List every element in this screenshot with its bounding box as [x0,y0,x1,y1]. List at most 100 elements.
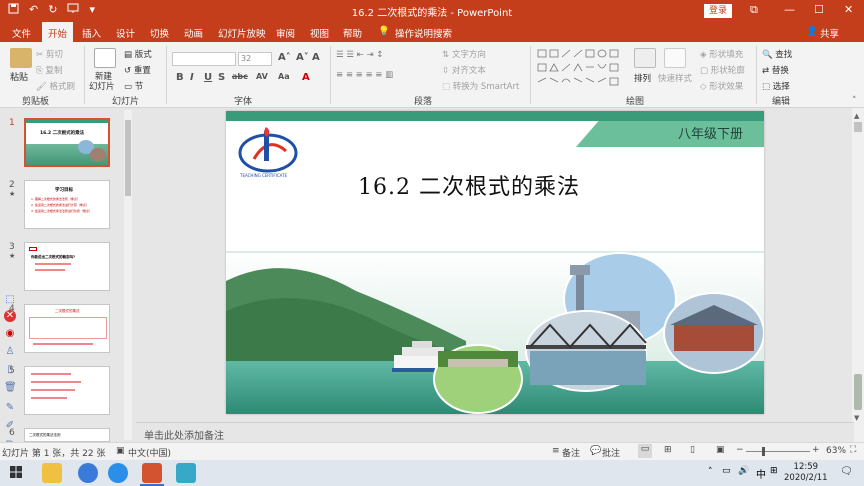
paste-icon[interactable] [10,48,32,68]
tab-review[interactable]: 审阅 [276,26,295,40]
arrange-button[interactable]: 排列 [634,72,651,84]
select-button[interactable]: ⬚ 选择 [762,80,790,92]
section-button[interactable]: ▭ 节 [124,80,143,92]
find-button[interactable]: 🔍 查找 [762,48,792,60]
align-text-button[interactable]: ⇳ 对齐文本 [442,64,486,76]
smartart-button[interactable]: ⬚ 转换为 SmartArt [442,80,519,92]
format-painter-button[interactable]: 🖌 格式刷 [36,80,75,92]
normal-view-icon[interactable]: ▭ [638,444,652,458]
tab-design[interactable]: 设计 [116,26,135,40]
paste-button[interactable]: 粘贴 [10,70,28,83]
app-icon[interactable] [176,463,196,483]
spellcheck-icon[interactable]: ▣ [116,446,125,456]
scenic-photo-collage[interactable] [226,251,764,414]
layout-button[interactable]: ▤ 版式 [124,48,152,60]
font-name-combo[interactable] [172,52,236,66]
scrollbar-thumb[interactable] [125,120,131,196]
zoom-slider-thumb[interactable] [762,447,765,456]
browser-icon[interactable] [108,463,128,483]
volume-icon[interactable]: 🔊 [738,466,749,476]
clear-format-button[interactable]: A [312,52,320,63]
reset-button[interactable]: ↺ 重置 [124,64,151,76]
powerpoint-icon[interactable] [142,463,162,483]
slideshow-view-icon[interactable]: ▣ [716,445,725,455]
comments-button[interactable]: 批注 [602,446,620,459]
app-k-icon[interactable] [78,463,98,483]
shape-effects-button[interactable]: ◇ 形状效果 [700,80,743,92]
slide-title[interactable]: 16.2 二次根式的乘法 [358,169,580,201]
zoom-in-button[interactable]: + [812,445,820,455]
scroll-up-icon[interactable]: ▲ [854,112,859,120]
tab-slideshow[interactable]: 幻灯片放映 [218,26,266,40]
collapse-ribbon-icon[interactable]: ˄ [852,96,857,106]
pointer-icon[interactable]: ⬚ [4,294,16,306]
reading-view-icon[interactable]: ▯ [690,445,695,455]
close-icon[interactable]: ✕ [4,310,16,322]
zoom-handle[interactable] [854,374,862,410]
arrange-icon[interactable] [634,48,656,68]
system-clock[interactable]: 12:59 2020/2/11 [784,462,828,484]
trash-icon[interactable]: 🗑 [4,382,17,394]
shrink-font-button[interactable]: A˅ [296,52,309,63]
thumbnail-slide-3[interactable]: 你能说出二次根式的概念吗? [24,242,110,291]
windows-start-icon[interactable] [10,466,22,481]
copy-button[interactable]: ⎘ 复制 [36,64,63,76]
login-button[interactable]: 登录 [704,4,732,18]
slide-canvas[interactable]: 八年级下册 TEACHING CERTIFICATE 16.2 二次根式的乘法 [226,111,764,414]
char-spacing-button[interactable]: AV [256,72,268,81]
shapes-gallery[interactable] [536,48,620,92]
zoom-level[interactable]: 63% [826,446,846,456]
tray-chevron-icon[interactable]: ˄ [708,467,713,477]
quick-styles-button[interactable]: 快速样式 [658,72,692,84]
thumbnail-slide-5[interactable] [24,366,110,415]
share-button[interactable]: 共享 [820,26,839,40]
tab-home[interactable]: 开始 [42,22,74,42]
user-icon[interactable]: ♙ [4,346,16,358]
tell-me-search[interactable]: 操作说明搜索 [395,26,452,40]
shadow-button[interactable]: S [218,72,225,83]
notes-pane[interactable]: 单击此处添加备注 [136,422,854,442]
thumbnail-slide-2[interactable]: 学习目标 1. 理解二次根式的乘法法则（重点） 2. 会运用二次根式的乘法进行计… [24,180,110,229]
zoom-out-button[interactable]: − [736,445,744,455]
mouse-icon[interactable]: ▯ [4,364,16,376]
tab-transitions[interactable]: 切换 [150,26,169,40]
scrollbar-thumb[interactable] [854,122,862,132]
shape-fill-button[interactable]: ◈ 形状填充 [700,48,743,60]
underline-button[interactable]: U [204,72,212,83]
share-icon[interactable]: 👤 [806,26,818,37]
notes-placeholder[interactable]: 单击此处添加备注 [144,427,224,442]
change-case-button[interactable]: Aa [278,72,290,81]
file-explorer-icon[interactable] [42,463,62,483]
text-direction-button[interactable]: ⇅ 文字方向 [442,48,486,60]
new-slide-button-line2[interactable]: 幻灯片 [89,80,115,92]
thumbnail-slide-4[interactable]: 二次根式的乘法 [24,304,110,353]
align-buttons[interactable]: ≡ ≡ ≡ ≡ ≡ ▥ [336,70,393,80]
font-color-button[interactable]: A [302,72,310,83]
thumbnail-slide-6[interactable]: 二次根式的乘法法则 [24,428,110,442]
new-slide-icon[interactable] [94,48,116,68]
ribbon-display-icon[interactable]: ⧉ [750,3,758,17]
close-button[interactable]: ✕ [844,3,853,16]
bold-button[interactable]: B [176,72,184,83]
highlighter-icon[interactable]: ✐ [4,420,16,432]
ime-indicator[interactable]: 中 [756,466,766,481]
scroll-down-icon[interactable]: ▼ [854,414,859,422]
keyboard-icon[interactable]: ⊞ [770,466,778,476]
shape-outline-button[interactable]: ▢ 形状轮廓 [700,64,745,76]
quick-styles-icon[interactable] [664,48,686,68]
notes-toggle-button[interactable]: 备注 [562,446,580,459]
pen-icon[interactable]: ✎ [4,402,16,414]
tab-help[interactable]: 帮助 [343,26,362,40]
maximize-button[interactable]: ☐ [814,3,824,16]
thumbnail-scrollbar[interactable] [124,110,132,440]
cut-button[interactable]: ✂ 剪切 [36,48,63,60]
notes-toggle-icon[interactable]: ≡ [552,446,560,456]
font-size-combo[interactable]: 32 [238,52,272,66]
notification-icon[interactable]: 🗨 [840,466,853,477]
tab-view[interactable]: 视图 [310,26,329,40]
replace-button[interactable]: ⇄ 替换 [762,64,789,76]
list-buttons[interactable]: ☰ ☰ ⇤ ⇥ ↕ [336,50,383,60]
tab-animations[interactable]: 动画 [184,26,203,40]
comments-icon[interactable]: 💬 [590,446,601,456]
grow-font-button[interactable]: A˄ [278,52,291,63]
